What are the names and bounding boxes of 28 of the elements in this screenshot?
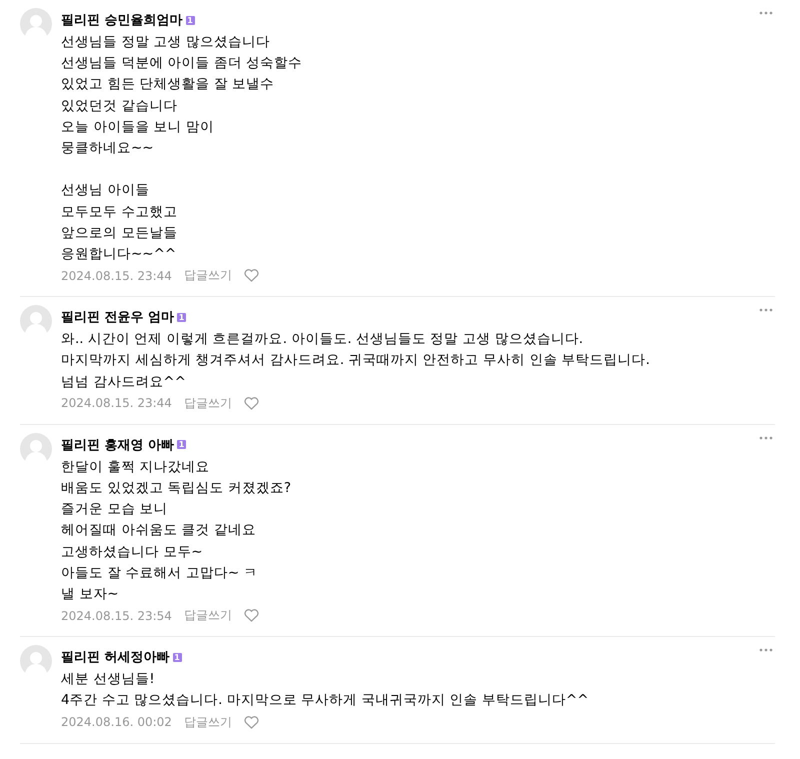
comment-text: 세분 선생님들! 4주간 수고 많으셨습니다. 마지막으로 무사하게 국내귀국까지 인솔 부탁드립니다^^	[61, 670, 590, 710]
comment-date: 2024.08.16. 00:02	[61, 715, 172, 730]
level-badge: 1	[186, 16, 195, 24]
author-name[interactable]: 필리핀 홍재영 아빠	[61, 436, 174, 454]
level-badge: 1	[177, 312, 186, 322]
level-badge: 1	[172, 652, 182, 662]
avatar-icon	[20, 432, 52, 465]
avatar-icon	[20, 8, 52, 40]
more-options-icon[interactable]	[759, 434, 773, 440]
heart-icon[interactable]	[244, 396, 259, 410]
author-name[interactable]: 필리핀 허세정아빠	[61, 648, 170, 666]
comment-text: 선생님들 정말 고생 많으셨습니다 선생님들 덕분에 아이들 좀더 성숙할수 있었고 힘든 단체생활을 잘 보낼수 있었던것 같습니다 오늘 아이들을 보니 맘이 뭉클하네요~~ 선생님 아이들 모두모두 수고했고 앞으로의 모든날들 응원합니다~~^^	[61, 33, 304, 264]
author-name[interactable]: 필리핀 전윤우 엄마	[61, 308, 174, 326]
more-options-icon[interactable]	[759, 10, 773, 15]
heart-icon[interactable]	[244, 269, 259, 282]
level-badge: 1	[177, 440, 186, 450]
comment-date: 2024.08.15. 23:54	[61, 608, 172, 623]
author-name[interactable]: 필리핀 승민율희엄마	[61, 11, 183, 29]
comment-text: 한달이 훌쩍 지나갔네요 배움도 있었겠고 독립심도 커졌겠죠? 즐거운 모습 보니 헤어질때 아쉬움도 클것 같네요 고생하셨습니다 모두~ 아들도 잘 수료해서 고맙다~ ㅋ 낼 보자~	[61, 458, 292, 604]
heart-icon[interactable]	[244, 609, 259, 622]
more-options-icon[interactable]	[759, 307, 773, 312]
avatar-icon	[20, 645, 52, 678]
comment-text: 와.. 시간이 언제 이렇게 흐른걸까요. 아이들도. 선생님들도 정말 고생 많으셨습니다. 마지막까지 세심하게 챙겨주셔서 감사드려요. 귀국때까지 안전하고 무사히 인솔 부탁드립니다. 넘넘 감사드려요^^	[61, 330, 651, 392]
comment-date: 2024.08.15. 23:44	[61, 396, 172, 410]
heart-icon[interactable]	[244, 716, 259, 729]
avatar-icon	[20, 305, 52, 338]
comment-date: 2024.08.15. 23:44	[61, 268, 172, 283]
more-options-icon[interactable]	[759, 647, 773, 652]
